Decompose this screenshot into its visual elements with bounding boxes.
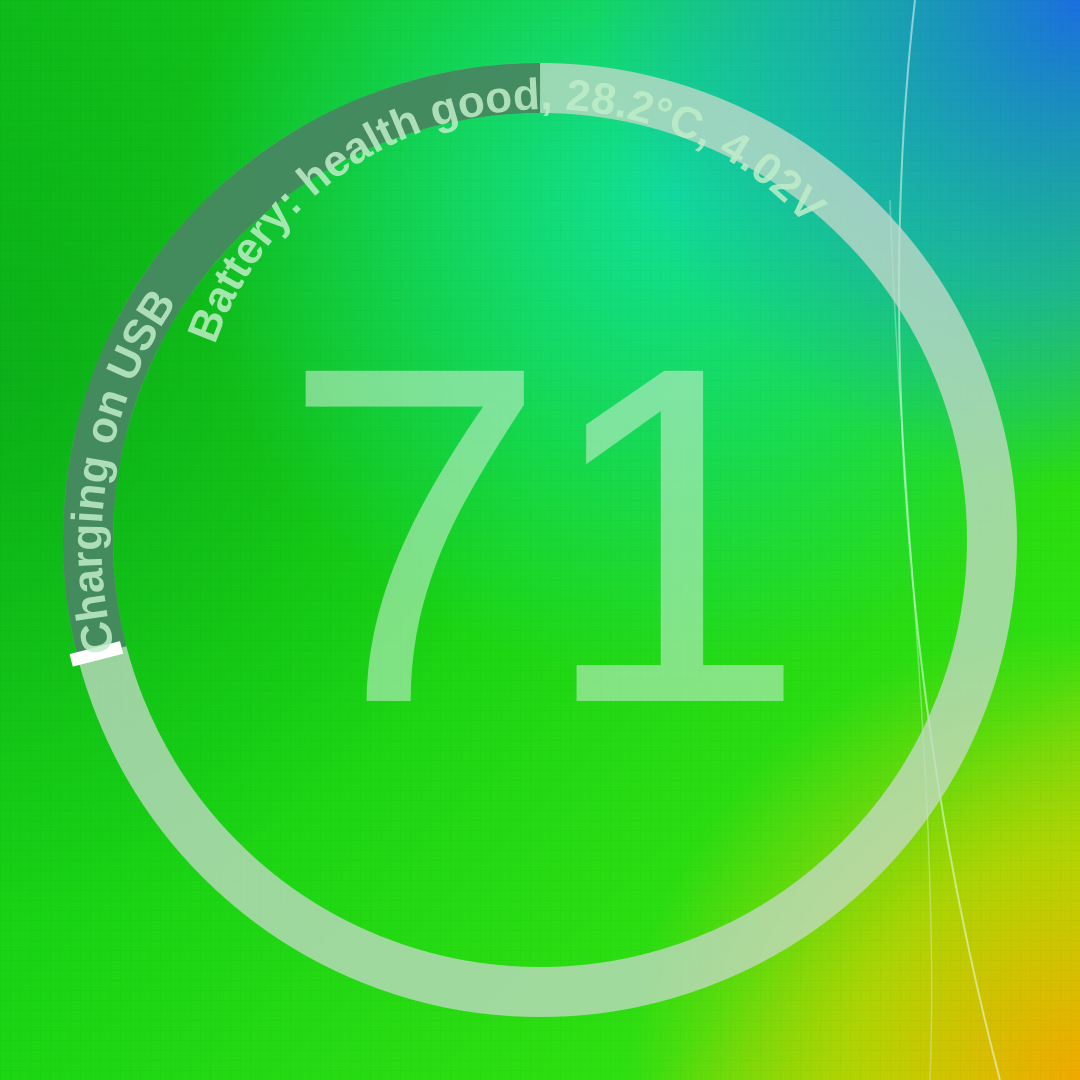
charging-status-label: Charging on USB <box>62 281 185 659</box>
battery-level-value: 71 <box>281 266 807 803</box>
